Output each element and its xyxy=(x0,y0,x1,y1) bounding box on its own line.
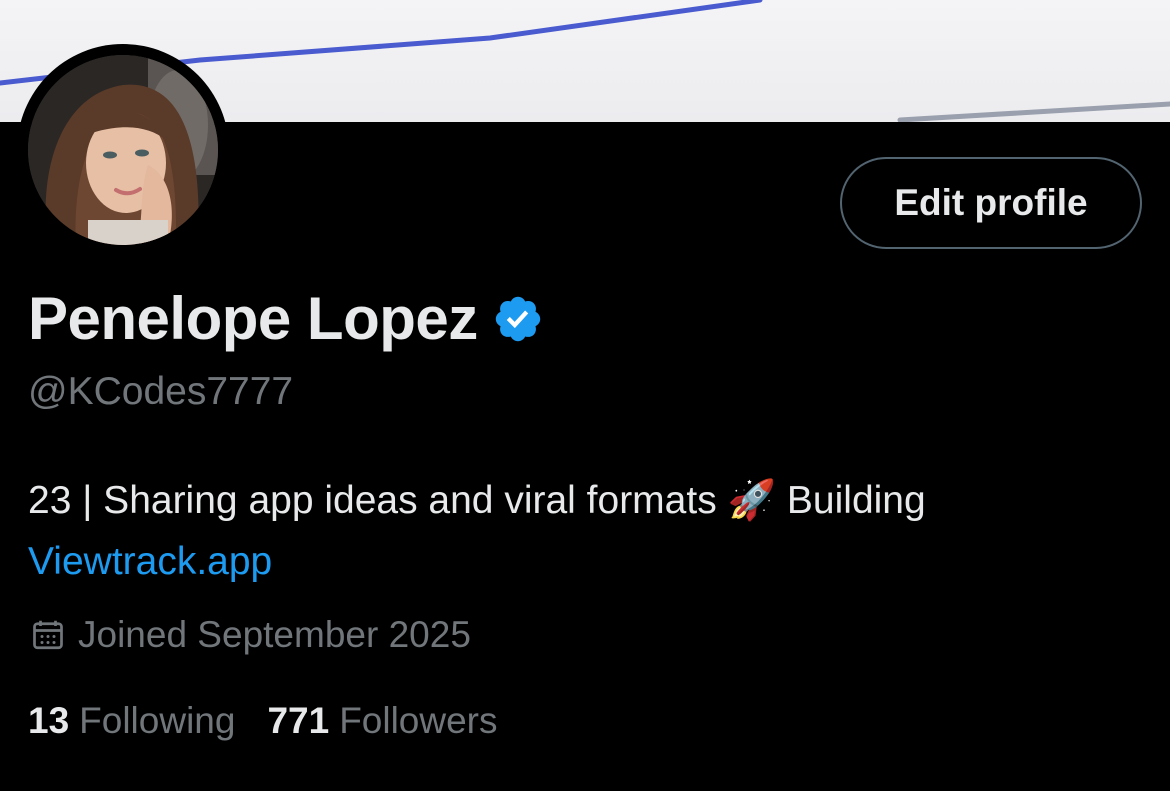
profile-page: Edit profile Penelope Lopez @KCodes7777 … xyxy=(0,0,1170,791)
join-date-text: Joined September 2025 xyxy=(78,614,471,655)
calendar-icon xyxy=(33,620,63,650)
followers-link[interactable]: 771 Followers xyxy=(267,700,497,742)
bio-text: 23 | Sharing app ideas and viral formats… xyxy=(28,479,926,522)
name-row: Penelope Lopez xyxy=(28,284,544,353)
avatar-portrait-graphic xyxy=(28,55,218,245)
followers-label: Followers xyxy=(339,700,498,741)
avatar-image xyxy=(28,55,218,245)
following-count: 13 xyxy=(28,700,70,741)
bio-website-link[interactable]: Viewtrack.app xyxy=(28,540,272,583)
following-link[interactable]: 13 Following xyxy=(28,700,235,742)
avatar[interactable] xyxy=(17,44,229,256)
verified-badge-icon[interactable] xyxy=(492,293,544,345)
username-handle: @KCodes7777 xyxy=(28,370,294,413)
display-name: Penelope Lopez xyxy=(28,285,478,352)
following-label: Following xyxy=(79,700,236,741)
follow-stats: 13 Following 771 Followers xyxy=(28,700,530,742)
join-date: Joined September 2025 xyxy=(30,614,471,656)
edit-profile-button[interactable]: Edit profile xyxy=(840,157,1142,249)
profile-bio: 23 | Sharing app ideas and viral formats… xyxy=(28,470,1138,592)
followers-count: 771 xyxy=(267,700,330,741)
